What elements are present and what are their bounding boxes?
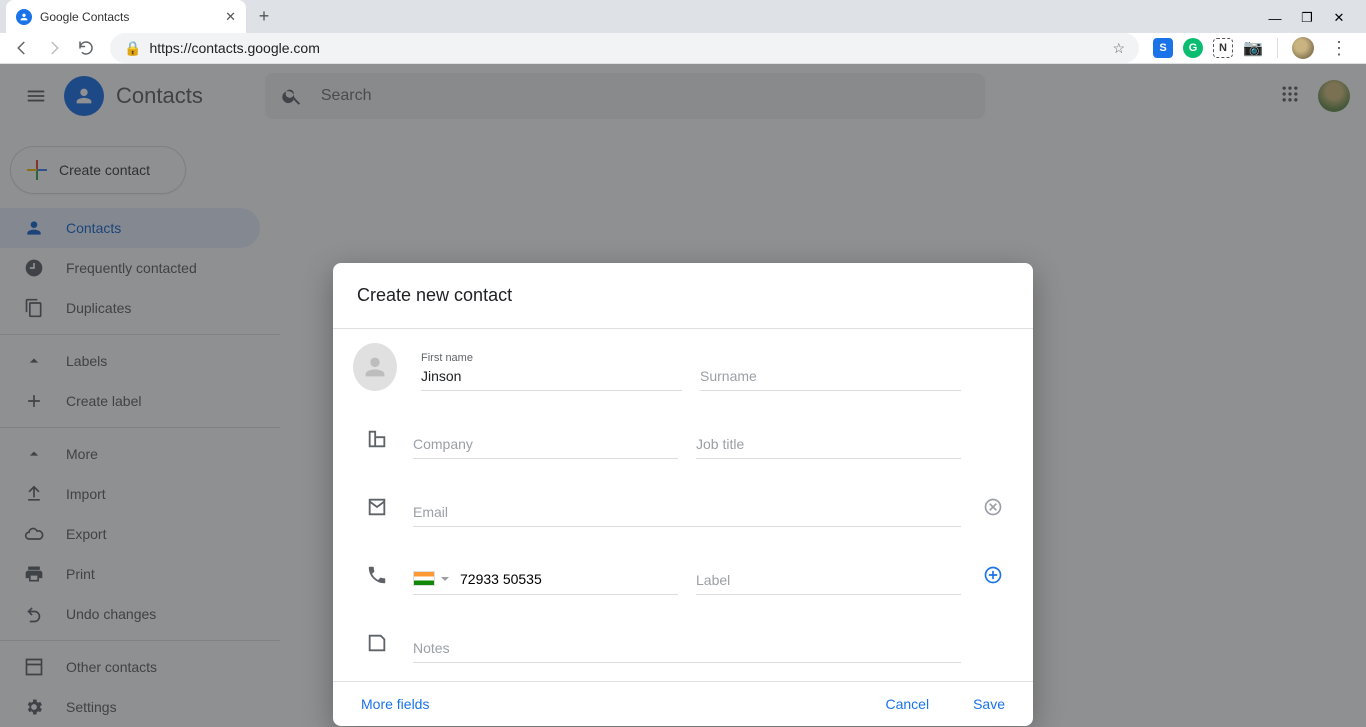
phone-label-input[interactable] (696, 568, 961, 595)
first-name-input[interactable] (421, 364, 682, 391)
add-phone-button[interactable] (977, 565, 1009, 585)
bookmark-star-icon[interactable]: ☆ (1112, 40, 1125, 57)
chevron-down-icon (440, 574, 450, 584)
window-close-button[interactable]: ✕ (1330, 10, 1348, 26)
extension-icons: S G N 📷 ⋮ (1149, 37, 1358, 59)
save-button[interactable]: Save (973, 696, 1005, 712)
more-fields-button[interactable]: More fields (361, 696, 429, 712)
chrome-profile-avatar[interactable] (1292, 37, 1314, 59)
company-input[interactable] (413, 432, 678, 459)
phone-icon (357, 564, 397, 586)
create-contact-dialog: Create new contact First name (333, 263, 1033, 726)
chrome-menu-button[interactable]: ⋮ (1324, 38, 1354, 59)
contact-avatar-placeholder[interactable] (353, 343, 397, 391)
dialog-title: Create new contact (333, 263, 1033, 329)
browser-toolbar: 🔒 https://contacts.google.com ☆ S G N 📷 … (0, 33, 1366, 64)
separator (1277, 38, 1278, 58)
company-icon (357, 428, 397, 450)
browser-tab[interactable]: Google Contacts ✕ (6, 0, 246, 33)
extension-icon[interactable]: N (1213, 38, 1233, 58)
url-text: https://contacts.google.com (149, 40, 319, 56)
window-minimize-button[interactable]: ― (1266, 11, 1284, 26)
extension-icon[interactable]: G (1183, 38, 1203, 58)
screenshot-icon[interactable]: 📷 (1243, 38, 1263, 58)
email-input[interactable] (413, 500, 961, 527)
lock-icon: 🔒 (124, 40, 141, 57)
tab-title: Google Contacts (40, 10, 129, 24)
india-flag-icon (413, 571, 435, 586)
notes-input[interactable] (413, 636, 961, 663)
notes-icon (357, 632, 397, 654)
nav-forward-button[interactable] (40, 34, 68, 62)
first-name-label: First name (421, 352, 473, 364)
nav-reload-button[interactable] (72, 34, 100, 62)
new-tab-button[interactable]: + (250, 2, 278, 30)
country-code-dropdown[interactable] (413, 571, 450, 586)
tab-close-icon[interactable]: ✕ (225, 9, 236, 25)
email-icon (357, 496, 397, 518)
extension-icon[interactable]: S (1153, 38, 1173, 58)
remove-email-button[interactable] (977, 497, 1009, 517)
surname-input[interactable] (700, 364, 961, 391)
nav-back-button[interactable] (8, 34, 36, 62)
cancel-button[interactable]: Cancel (885, 696, 929, 712)
address-bar[interactable]: 🔒 https://contacts.google.com ☆ (110, 33, 1139, 63)
browser-tabbar: Google Contacts ✕ + ― ❐ ✕ (0, 0, 1366, 33)
jobtitle-input[interactable] (696, 432, 961, 459)
tab-favicon (16, 9, 32, 25)
phone-input[interactable] (460, 571, 678, 587)
window-maximize-button[interactable]: ❐ (1298, 10, 1316, 26)
